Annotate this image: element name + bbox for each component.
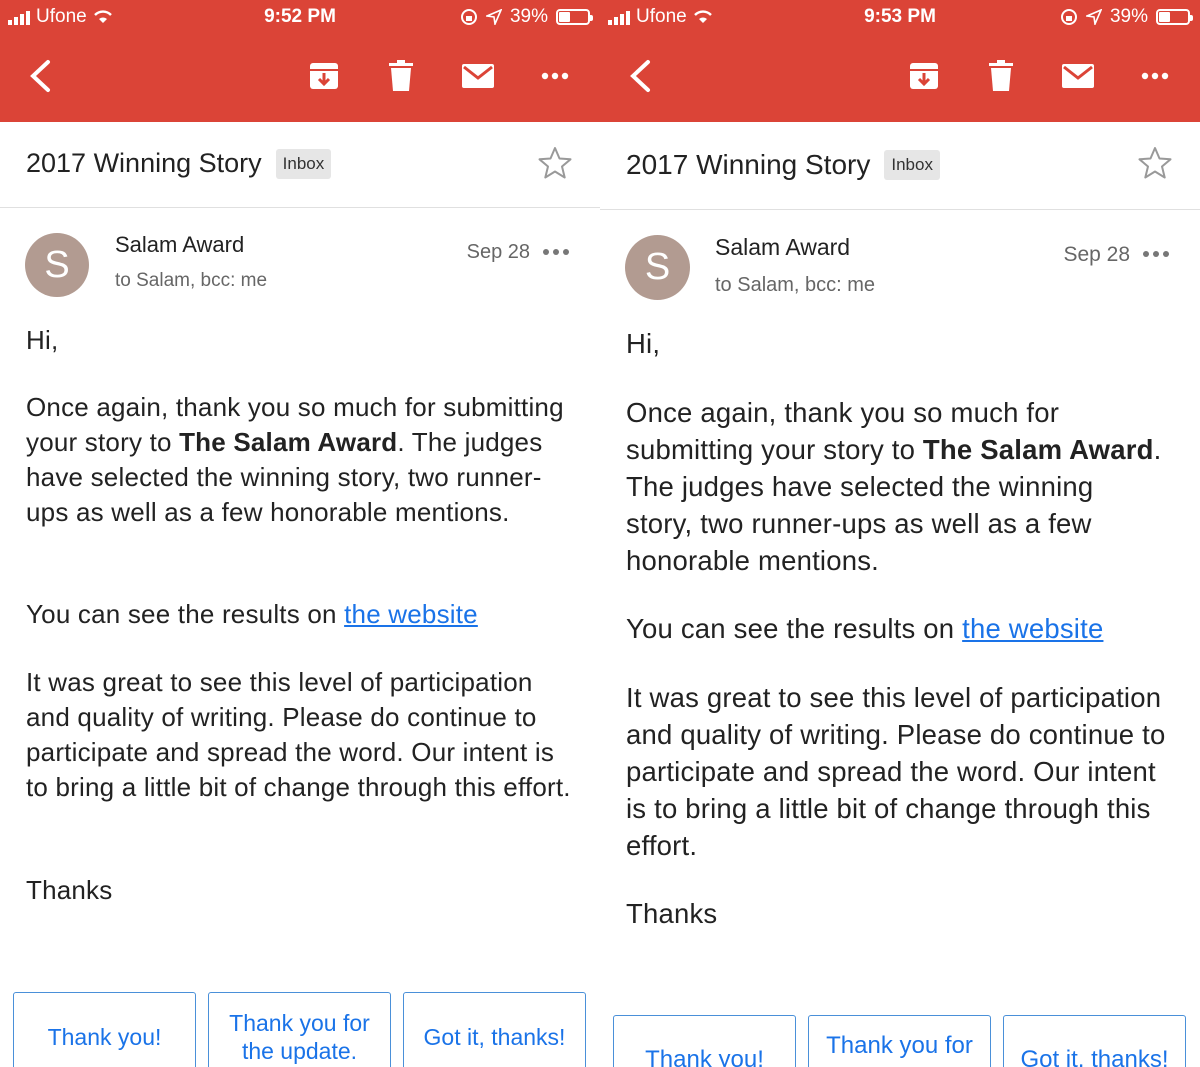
inbox-label[interactable]: Inbox	[275, 148, 332, 179]
inbox-label[interactable]: Inbox	[884, 150, 940, 180]
rotation-lock-icon	[1060, 9, 1077, 25]
smart-reply-got-it[interactable]: Got it, thanks!	[1003, 1015, 1186, 1067]
greeting: Hi,	[626, 328, 661, 359]
smart-reply-got-it[interactable]: Got it, thanks!	[403, 992, 586, 1067]
smart-reply-thank-you[interactable]: Thank you!	[613, 1015, 796, 1067]
app-bar: Ufone 9:53 PM 39%	[600, 0, 1200, 122]
mail-icon	[462, 64, 494, 88]
battery-icon	[556, 9, 593, 25]
trash-icon	[989, 60, 1013, 91]
website-link[interactable]: the website	[344, 599, 478, 629]
award-name: The Salam Award	[179, 427, 398, 457]
subject-line: 2017 Winning Story Inbox	[626, 149, 940, 181]
sender-row: S Salam Award to Salam, bcc: me Sep 28	[0, 208, 600, 308]
location-icon	[1085, 9, 1102, 25]
star-icon[interactable]	[1138, 146, 1172, 180]
mark-unread-button[interactable]	[1058, 56, 1098, 96]
smart-reply-thank-you-update[interactable]: Thank you for	[808, 1015, 991, 1067]
mark-unread-button[interactable]	[458, 56, 498, 96]
message-more-icon[interactable]	[542, 244, 570, 260]
app-bar: Ufone 9:52 PM 39%	[0, 0, 600, 122]
star-icon[interactable]	[538, 146, 572, 180]
rotation-lock-icon	[460, 9, 477, 25]
mail-icon	[1062, 64, 1094, 88]
paragraph-1: Once again, thank you so much for submit…	[26, 390, 571, 530]
website-link[interactable]: the website	[962, 613, 1103, 644]
paragraph-2: You can see the results on the website	[626, 610, 1166, 647]
closing: Thanks	[626, 898, 718, 929]
message-more-icon[interactable]	[1142, 246, 1170, 262]
avatar[interactable]: S	[25, 233, 89, 297]
smart-reply-thank-you[interactable]: Thank you!	[13, 992, 196, 1067]
sender-name: Salam Award	[715, 234, 851, 260]
archive-button[interactable]	[904, 56, 944, 96]
battery-icon	[1156, 9, 1193, 25]
delete-button[interactable]	[381, 56, 421, 96]
sender-name: Salam Award	[115, 232, 245, 257]
sender-row: S Salam Award to Salam, bcc: me Sep 28	[600, 210, 1200, 310]
archive-icon	[910, 63, 938, 89]
more-icon	[541, 72, 569, 80]
subject-row: 2017 Winning Story Inbox	[600, 122, 1200, 210]
status-right: 39%	[1060, 6, 1193, 28]
email-date: Sep 28	[1063, 243, 1130, 266]
more-options-button[interactable]	[1135, 56, 1175, 96]
status-right: 39%	[460, 6, 593, 28]
back-button[interactable]	[620, 56, 660, 96]
award-name: The Salam Award	[922, 434, 1154, 465]
paragraph-3: It was great to see this level of partic…	[626, 682, 1166, 861]
smart-reply-thank-you-update[interactable]: Thank you for the update.	[208, 992, 391, 1067]
location-icon	[485, 9, 502, 25]
more-icon	[1141, 72, 1169, 80]
recipients[interactable]: to Salam, bcc: me	[715, 274, 875, 297]
battery-percent: 39%	[1109, 6, 1148, 27]
paragraph-2-text: You can see the results on	[26, 599, 345, 629]
avatar[interactable]: S	[625, 235, 690, 300]
back-arrow-icon	[30, 60, 50, 92]
status-bar: Ufone 9:52 PM 39%	[0, 0, 600, 34]
back-arrow-icon	[630, 60, 650, 92]
delete-button[interactable]	[981, 56, 1021, 96]
battery-percent: 39%	[509, 6, 548, 27]
subject-row: 2017 Winning Story Inbox	[0, 122, 600, 208]
trash-icon	[389, 60, 413, 91]
back-button[interactable]	[20, 56, 60, 96]
closing: Thanks	[26, 875, 113, 905]
toolbar	[0, 40, 600, 114]
more-options-button[interactable]	[535, 56, 575, 96]
greeting: Hi,	[26, 325, 59, 355]
email-screen-right: Ufone 9:53 PM 39% 2017 Winning Story Inb…	[600, 0, 1200, 1067]
paragraph-2: You can see the results on the website	[26, 597, 571, 632]
archive-icon	[310, 63, 338, 89]
paragraph-3: It was great to see this level of partic…	[26, 667, 571, 802]
paragraph-2-text: You can see the results on	[626, 613, 963, 644]
email-subject: 2017 Winning Story	[626, 149, 871, 180]
archive-button[interactable]	[304, 56, 344, 96]
recipients[interactable]: to Salam, bcc: me	[115, 270, 267, 292]
email-screen-left: Ufone 9:52 PM 39% 2017 Winning Story Inb…	[0, 0, 600, 1067]
email-subject: 2017 Winning Story	[26, 148, 262, 178]
paragraph-1: Once again, thank you so much for submit…	[626, 394, 1166, 579]
status-bar: Ufone 9:53 PM 39%	[600, 0, 1200, 34]
email-date: Sep 28	[466, 241, 530, 263]
subject-line: 2017 Winning Story Inbox	[26, 148, 332, 179]
toolbar	[600, 40, 1200, 114]
